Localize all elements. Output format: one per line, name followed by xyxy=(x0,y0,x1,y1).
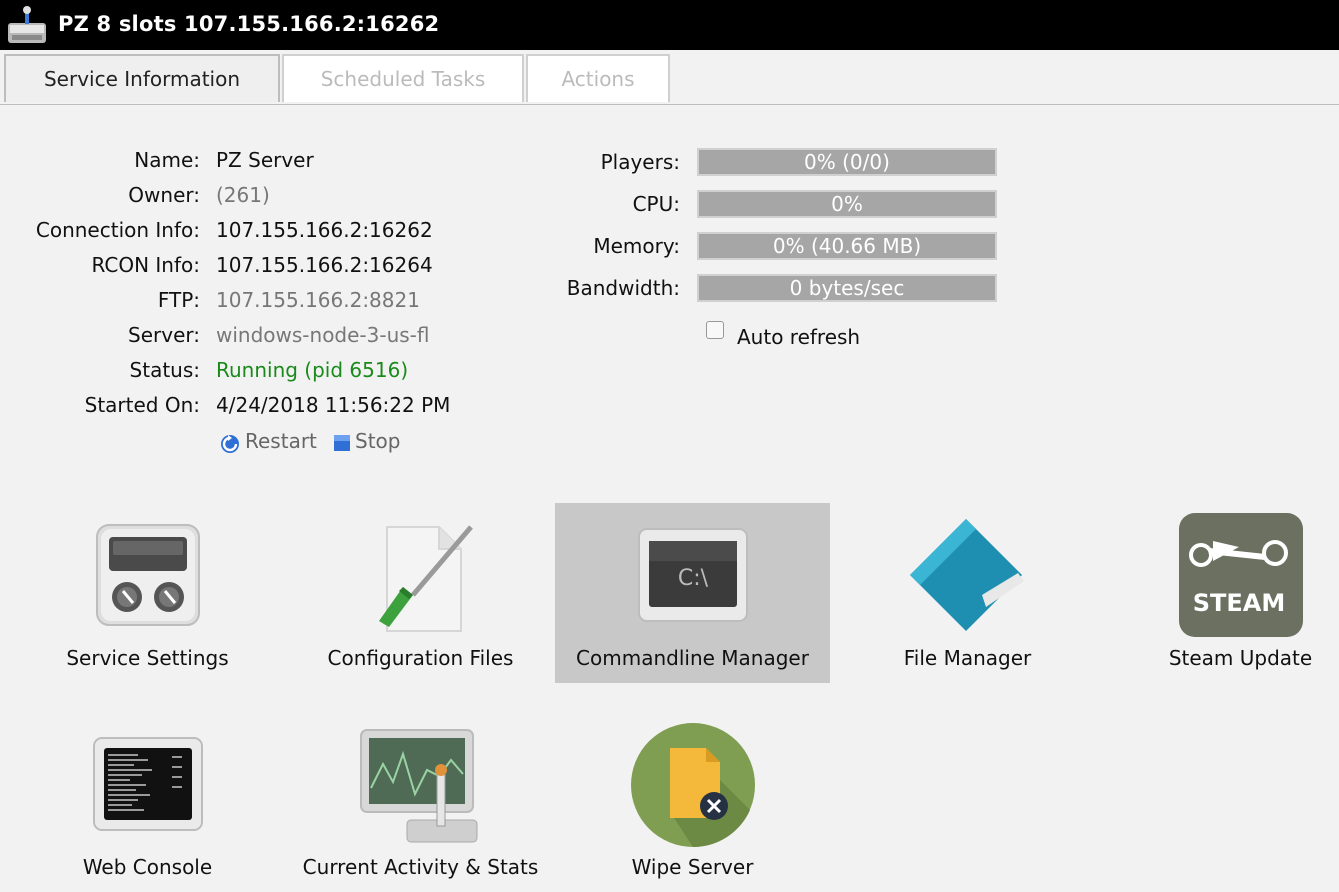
tab-scheduled-tasks[interactable]: Scheduled Tasks xyxy=(282,54,524,102)
tile-label: Service Settings xyxy=(66,646,229,670)
commandline-manager-icon: C:\ xyxy=(637,528,748,622)
memory-bar: 0% (40.66 MB) xyxy=(697,232,997,260)
tab-service-information[interactable]: Service Information xyxy=(4,54,280,102)
info-label: Owner: xyxy=(128,183,200,207)
auto-refresh-label: Auto refresh xyxy=(737,325,861,349)
tile-label: Commandline Manager xyxy=(576,646,809,670)
service-settings-icon xyxy=(95,524,200,626)
tile-label: Current Activity & Stats xyxy=(302,855,539,879)
ftp-value[interactable]: 107.155.166.2:8821 xyxy=(216,285,420,315)
tile-wipe-server[interactable]: Wipe Server xyxy=(555,712,830,892)
cpu-label: CPU: xyxy=(632,192,680,216)
steam-icon: STEAM xyxy=(1178,513,1303,637)
connection-info-value: 107.155.166.2:16262 xyxy=(216,218,433,242)
tile-file-manager[interactable]: File Manager xyxy=(830,503,1105,683)
players-label: Players: xyxy=(600,150,680,174)
tile-commandline-manager[interactable]: C:\ Commandline Manager xyxy=(555,503,830,683)
info-row-started: Started On: 4/24/2018 11:56:22 PM xyxy=(0,390,520,420)
steam-icon-text: STEAM xyxy=(1192,589,1285,617)
tile-service-settings[interactable]: Service Settings xyxy=(10,503,285,683)
stop-label: Stop xyxy=(355,429,401,453)
cpu-bar: 0% xyxy=(697,190,997,218)
tile-label: Steam Update xyxy=(1168,646,1313,670)
server-value: windows-node-3-us-fl xyxy=(216,323,430,347)
tile-label: Wipe Server xyxy=(631,855,754,879)
memory-label: Memory: xyxy=(593,234,680,258)
auto-refresh-checkbox[interactable] xyxy=(706,321,724,339)
tile-web-console[interactable]: Web Console xyxy=(10,712,285,892)
rcon-info-value: 107.155.166.2:16264 xyxy=(216,253,433,277)
info-row-ftp: FTP: 107.155.166.2:8821 xyxy=(0,285,520,315)
info-label: RCON Info: xyxy=(91,253,200,277)
info-row-status: Status: Running (pid 6516) xyxy=(0,355,520,385)
info-row-name: Name: PZ Server xyxy=(0,145,520,175)
started-on-value: 4/24/2018 11:56:22 PM xyxy=(216,393,451,417)
info-label: Name: xyxy=(134,148,200,172)
owner-value: (261) xyxy=(216,183,270,207)
bandwidth-label: Bandwidth: xyxy=(566,276,680,300)
bandwidth-bar: 0 bytes/sec xyxy=(697,274,997,302)
game-server-icon xyxy=(8,6,46,43)
info-label: Connection Info: xyxy=(35,218,200,242)
title-bar: PZ 8 slots 107.155.166.2:16262 xyxy=(0,0,1339,50)
tile-current-activity-stats[interactable]: Current Activity & Stats xyxy=(283,712,558,892)
tile-label: Configuration Files xyxy=(327,646,514,670)
configuration-files-icon xyxy=(378,525,473,632)
tile-label: Web Console xyxy=(82,855,213,879)
tile-configuration-files[interactable]: Configuration Files xyxy=(283,503,558,683)
info-row-rcon: RCON Info: 107.155.166.2:16264 xyxy=(0,250,520,280)
cmd-icon-text: C:\ xyxy=(677,566,708,591)
info-row-owner: Owner: (261) xyxy=(0,180,520,210)
stop-icon xyxy=(334,434,350,451)
window-title: PZ 8 slots 107.155.166.2:16262 xyxy=(58,12,440,36)
tab-actions[interactable]: Actions xyxy=(526,54,670,102)
players-bar: 0% (0/0) xyxy=(697,148,997,176)
restart-label: Restart xyxy=(245,429,317,453)
info-label: FTP: xyxy=(157,288,200,312)
info-label: Server: xyxy=(128,323,200,347)
activity-stats-icon xyxy=(359,729,477,843)
web-console-icon xyxy=(92,737,203,831)
file-manager-icon xyxy=(909,519,1024,631)
tile-label: File Manager xyxy=(903,646,1032,670)
info-label: Status: xyxy=(129,358,200,382)
auto-refresh-toggle[interactable]: Auto refresh xyxy=(706,320,860,350)
stop-button[interactable]: Stop xyxy=(333,428,400,454)
wipe-server-icon xyxy=(630,723,755,848)
info-row-connection: Connection Info: 107.155.166.2:16262 xyxy=(0,215,520,245)
restart-icon xyxy=(221,434,239,453)
service-name-value: PZ Server xyxy=(216,148,314,172)
info-label: Started On: xyxy=(84,393,200,417)
restart-button[interactable]: Restart xyxy=(219,428,317,454)
tab-bar: Service Information Scheduled Tasks Acti… xyxy=(0,52,1339,105)
tile-steam-update[interactable]: STEAM Steam Update xyxy=(1103,503,1339,683)
info-row-server: Server: windows-node-3-us-fl xyxy=(0,320,520,350)
status-value: Running (pid 6516) xyxy=(216,358,409,382)
